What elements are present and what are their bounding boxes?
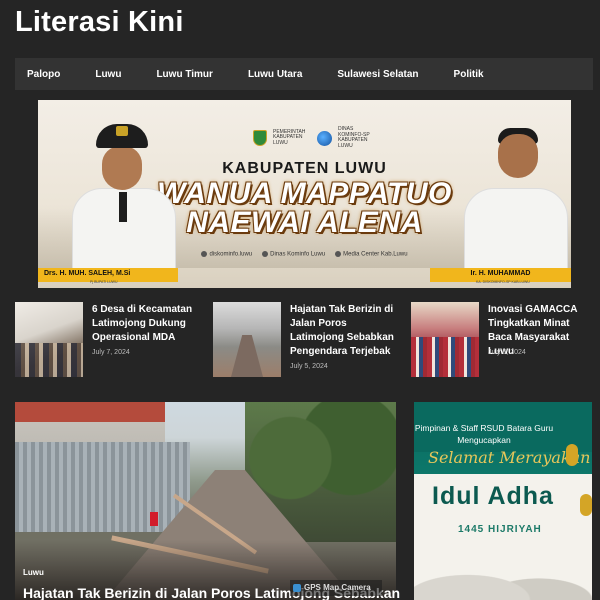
luwu-emblem-icon [253, 130, 267, 146]
gps-camera-watermark: GPS Map Camera [290, 580, 382, 596]
feature-fence [15, 442, 190, 532]
nav-item-palopo[interactable]: Palopo [27, 69, 60, 80]
banner-logos: PEMERINTAH KABUPATEN LUWU DINAS KOMINFO-… [253, 126, 376, 149]
nav-item-politik[interactable]: Politik [454, 69, 484, 80]
ad-year: 1445 HIJRIYAH [458, 524, 542, 535]
lantern-icon [580, 494, 592, 516]
uniform-right [464, 188, 568, 280]
social-youtube: Media Center Kab.Luwu [335, 251, 408, 258]
social-facebook: Dinas Kominfo Luwu [262, 251, 325, 258]
thumb-2-road [231, 335, 263, 377]
logo-text-1: PEMERINTAH KABUPATEN LUWU [273, 128, 306, 146]
ad-sender-text: Pimpinan & Staff RSUD Batara Guru Menguc… [414, 423, 554, 445]
post-date-3: July 5, 2024 [488, 349, 526, 356]
featured-category-tag[interactable]: Luwu [23, 568, 44, 577]
post-thumbnail-2[interactable] [213, 302, 281, 377]
post-title-1[interactable]: 6 Desa di Kecamatan Latimojong Dukung Op… [92, 303, 204, 345]
portrait-right [458, 118, 571, 280]
person-right-title: KA. DISKOMINFO-SP KAB.LUWU [476, 280, 530, 284]
feature-roof [15, 402, 165, 422]
social-instagram: diskominfo.luwu [201, 251, 252, 258]
tie-left [119, 192, 127, 222]
nav-item-luwu[interactable]: Luwu [95, 69, 121, 80]
main-nav: Palopo Luwu Luwu Timur Luwu Utara Sulawe… [15, 58, 593, 90]
nav-item-luwu-timur[interactable]: Luwu Timur [156, 69, 212, 80]
instagram-icon [201, 251, 208, 257]
social-youtube-label: Media Center Kab.Luwu [343, 251, 408, 258]
featured-post-image[interactable] [15, 402, 396, 600]
nav-item-luwu-utara[interactable]: Luwu Utara [248, 69, 302, 80]
post-thumbnail-1[interactable] [15, 302, 83, 377]
sidebar-ad-idul-adha[interactable]: Pimpinan & Staff RSUD Batara Guru Menguc… [414, 402, 592, 600]
post-date-1: July 7, 2024 [92, 349, 130, 356]
nav-item-sulawesi-selatan[interactable]: Sulawesi Selatan [337, 69, 418, 80]
ad-headline: Idul Adha [432, 482, 554, 510]
lantern-icon [566, 444, 578, 466]
cap-badge-left [116, 126, 128, 136]
logo-text-2: DINAS KOMINFO-SP KABUPATEN LUWU [338, 126, 370, 149]
facebook-icon [262, 251, 269, 257]
portrait-left [66, 118, 181, 280]
kominfo-logo-icon [317, 130, 332, 146]
header-ad-banner[interactable]: PEMERINTAH KABUPATEN LUWU DINAS KOMINFO-… [38, 100, 571, 288]
youtube-icon [335, 251, 342, 257]
site-title[interactable]: Literasi Kini [15, 6, 184, 39]
thumb-3-crowd [411, 337, 479, 377]
face-right [498, 134, 538, 178]
mosque-icon [414, 550, 592, 600]
post-thumbnail-3[interactable] [411, 302, 479, 377]
post-date-2: July 5, 2024 [290, 363, 328, 370]
face-left [102, 146, 142, 190]
post-title-2[interactable]: Hajatan Tak Berizin di Jalan Poros Latim… [290, 303, 402, 359]
thumb-1-people [15, 343, 83, 377]
person-left-title: Pj BUPATI LUWU [90, 280, 118, 284]
social-instagram-label: diskominfo.luwu [209, 251, 253, 258]
feature-flag [150, 512, 158, 526]
social-facebook-label: Dinas Kominfo Luwu [270, 251, 326, 258]
